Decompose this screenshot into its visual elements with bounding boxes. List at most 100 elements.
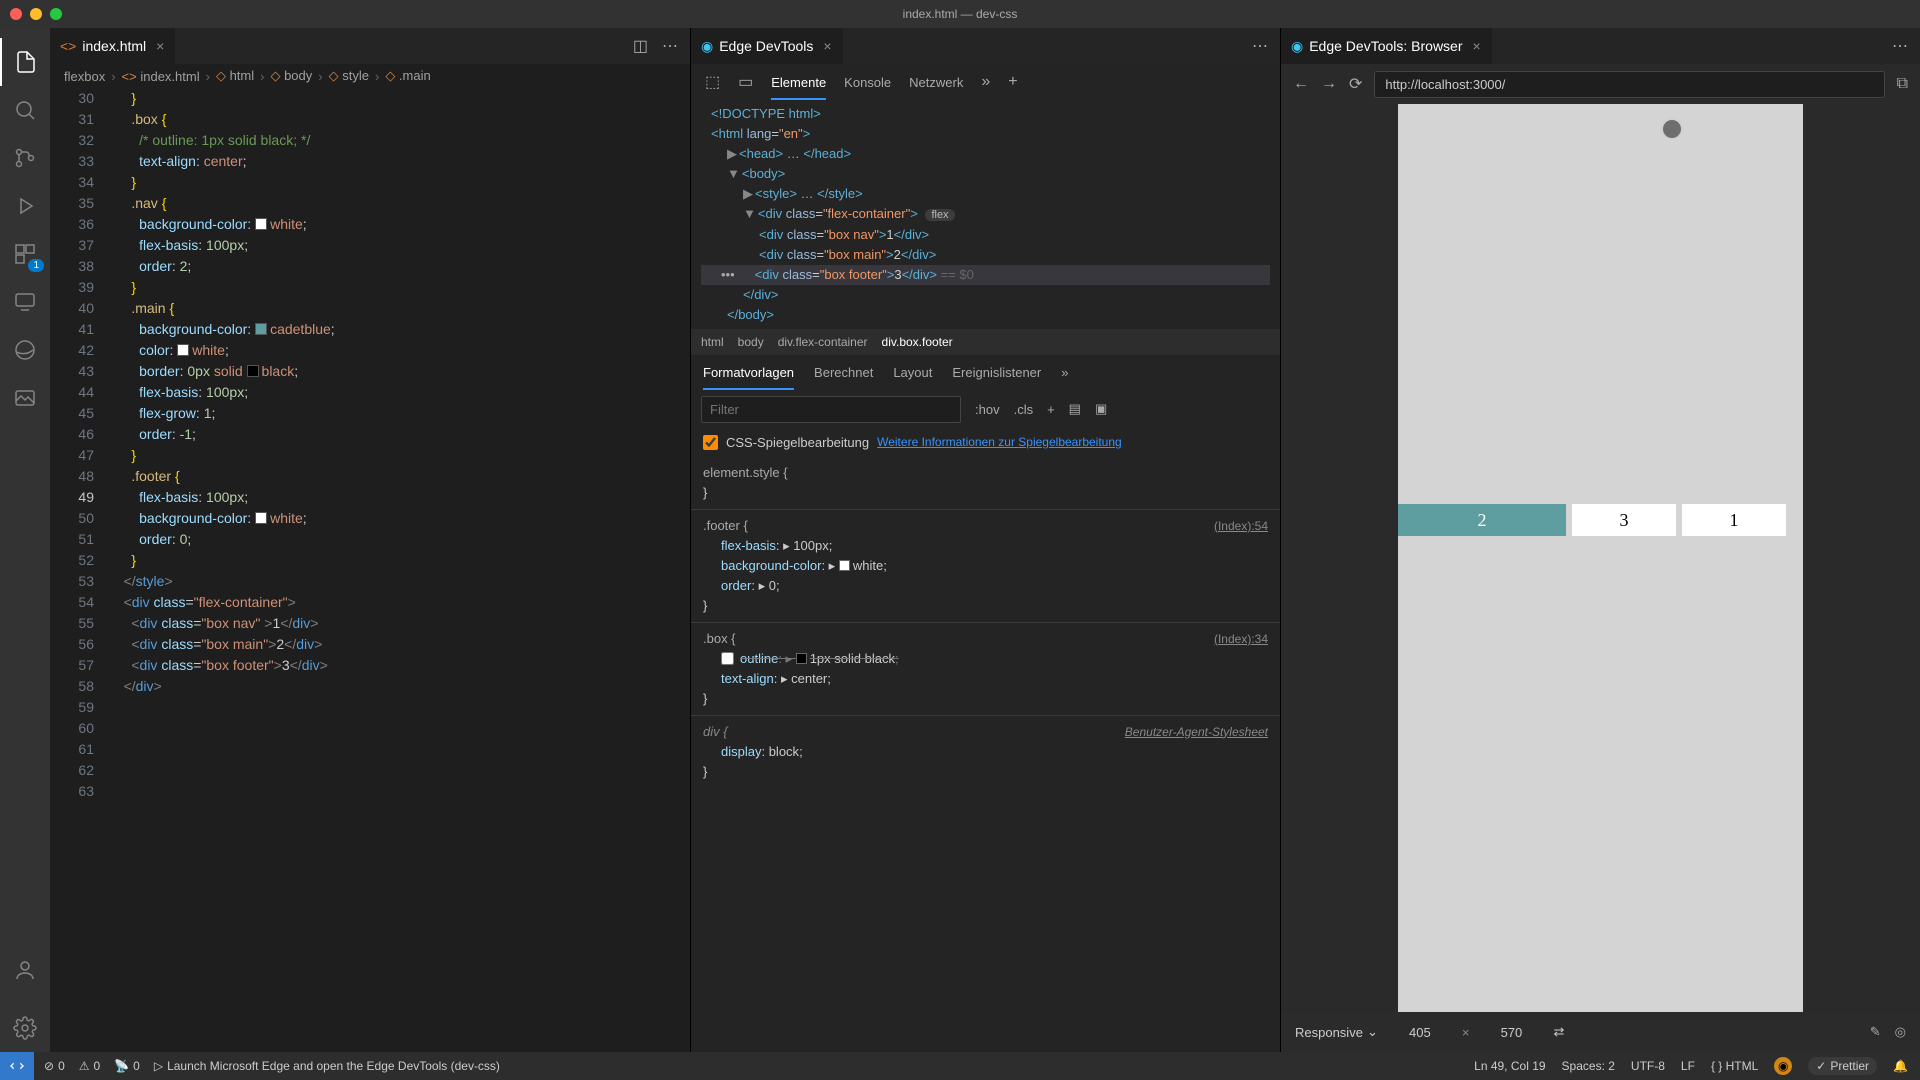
close-icon[interactable]: × [1473,38,1481,54]
split-editor-icon[interactable]: ◫ [633,36,648,56]
close-icon[interactable]: × [823,38,831,54]
warnings-count[interactable]: ⚠ 0 [79,1059,100,1073]
screenshot-icon[interactable]: ◎ [1895,1024,1906,1040]
launch-edge-button[interactable]: ▷ Launch Microsoft Edge and open the Edg… [154,1059,500,1073]
edge-tools-icon[interactable] [0,326,50,374]
filter-input[interactable] [701,396,961,423]
account-icon[interactable] [0,946,50,994]
settings-icon[interactable] [0,1004,50,1052]
tab-elemente[interactable]: Elemente [771,75,826,100]
dom-tree[interactable]: <!DOCTYPE html><html lang="en">▶<head> …… [691,100,1280,329]
toggle-pane-icon[interactable]: ▣ [1095,401,1107,417]
cursor-position[interactable]: Ln 49, Col 19 [1474,1059,1545,1073]
debug-icon[interactable] [0,182,50,230]
tab-browser[interactable]: ◉ Edge DevTools: Browser × [1281,28,1492,64]
computed-icon[interactable]: ▤ [1069,401,1081,417]
title-bar: index.html — dev-css [0,0,1920,28]
css-rules[interactable]: element.style {}.footer {(Index):54flex-… [691,457,1280,1052]
maximize-window-icon[interactable] [50,8,62,20]
resize-handle-icon[interactable] [1661,118,1683,140]
encoding[interactable]: UTF-8 [1631,1059,1665,1073]
forward-icon[interactable]: → [1321,75,1337,93]
inspect-icon[interactable]: ⬚ [705,72,720,92]
new-rule-icon[interactable]: + [1047,402,1055,417]
indent-setting[interactable]: Spaces: 2 [1562,1059,1615,1073]
minimize-window-icon[interactable] [30,8,42,20]
detach-icon[interactable]: ⧉ [1897,75,1908,93]
search-icon[interactable] [0,86,50,134]
activity-bar: 1 [0,28,50,1052]
chevron-down-icon: ⌄ [1367,1024,1378,1040]
tab-devtools[interactable]: ◉ Edge DevTools × [691,28,843,64]
eol[interactable]: LF [1681,1059,1695,1073]
devtools-top-tabs: ⬚ ▭ Elemente Konsole Netzwerk » + [691,64,1280,100]
dim-separator: × [1462,1025,1470,1040]
tab-konsole[interactable]: Konsole [844,75,891,90]
flex-demo: 2 3 1 [1398,504,1803,536]
url-input[interactable] [1374,71,1884,98]
remote-explorer-icon[interactable] [0,278,50,326]
responsive-dropdown[interactable]: Responsive ⌄ [1295,1024,1378,1040]
explorer-icon[interactable] [0,38,50,86]
styles-toolbar: :hov .cls + ▤ ▣ [691,389,1280,429]
remote-indicator[interactable] [0,1052,34,1080]
errors-count[interactable]: ⊘ 0 [44,1059,65,1073]
prettier-status[interactable]: ✓ Prettier [1808,1057,1877,1075]
demo-box-2: 2 [1398,504,1566,536]
window-title: index.html — dev-css [903,7,1018,21]
tab-label: index.html [82,38,146,54]
language-mode[interactable]: { } HTML [1711,1059,1758,1073]
tab-berechnet[interactable]: Berechnet [814,365,873,380]
extensions-icon[interactable]: 1 [0,230,50,278]
status-bar: ⊘ 0 ⚠ 0 📡 0 ▷ Launch Microsoft Edge and … [0,1052,1920,1080]
close-window-icon[interactable] [10,8,22,20]
tab-index-html[interactable]: <> index.html × [50,28,175,64]
styles-tabs: Formatvorlagen Berechnet Layout Ereignis… [691,355,1280,389]
edge-icon: ◉ [1291,38,1303,55]
code-content[interactable]: } .box { /* outline: 1px solid black; */… [108,88,690,1052]
eyedropper-icon[interactable]: ✎ [1870,1024,1881,1040]
add-tab-icon[interactable]: + [1008,73,1017,91]
mirror-label: CSS-Spiegelbearbeitung [726,435,869,450]
tab-layout[interactable]: Layout [893,365,932,380]
more-actions-icon[interactable]: ⋯ [1252,36,1268,56]
mirror-editing-row: CSS-Spiegelbearbeitung Weitere Informati… [691,429,1280,457]
ports-count[interactable]: 📡 0 [114,1059,140,1073]
editor-tabbar: <> index.html × ◫ ⋯ [50,28,690,64]
mirror-link[interactable]: Weitere Informationen zur Spiegelbearbei… [877,435,1122,451]
dom-breadcrumbs[interactable]: htmlbodydiv.flex-containerdiv.box.footer [691,329,1280,355]
tab-ereignislistener[interactable]: Ereignislistener [952,365,1041,380]
source-control-icon[interactable] [0,134,50,182]
devtools-tabbar: ◉ Edge DevTools × ⋯ [691,28,1280,64]
notifications-icon[interactable]: 🔔 [1893,1059,1908,1073]
close-icon[interactable]: × [156,38,164,54]
width-input[interactable] [1392,1025,1448,1040]
tab-label: Edge DevTools: Browser [1309,38,1462,54]
more-actions-icon[interactable]: ⋯ [1892,36,1908,56]
traffic-lights [10,8,62,20]
browser-panel: ◉ Edge DevTools: Browser × ⋯ ← → ⟳ ⧉ 2 3… [1280,28,1920,1052]
browser-navbar: ← → ⟳ ⧉ [1281,64,1920,104]
mirror-checkbox[interactable] [703,435,718,450]
tab-formatvorlagen[interactable]: Formatvorlagen [703,365,794,390]
tab-netzwerk[interactable]: Netzwerk [909,75,963,90]
rotate-icon[interactable]: ⇄ [1553,1024,1564,1040]
line-gutter: 3031323334353637383940414243444546474849… [50,88,108,1052]
browser-viewport[interactable]: 2 3 1 [1281,104,1920,1012]
code-editor[interactable]: 3031323334353637383940414243444546474849… [50,88,690,1052]
more-tabs-icon[interactable]: » [1061,365,1068,380]
cls-toggle[interactable]: .cls [1014,402,1034,417]
reload-icon[interactable]: ⟳ [1349,74,1362,94]
more-tabs-icon[interactable]: » [981,73,990,91]
height-input[interactable] [1483,1025,1539,1040]
edge-icon: ◉ [701,38,713,55]
hov-toggle[interactable]: :hov [975,402,1000,417]
more-actions-icon[interactable]: ⋯ [662,36,678,56]
live-preview-icon[interactable]: ◉ [1774,1057,1792,1075]
breadcrumbs[interactable]: flexbox›<> index.html›◇ html›◇ body›◇ st… [50,64,690,88]
html-file-icon: <> [60,38,76,54]
device-toggle-icon[interactable]: ▭ [738,72,753,92]
back-icon[interactable]: ← [1293,75,1309,93]
image-preview-icon[interactable] [0,374,50,422]
demo-box-3: 3 [1572,504,1676,536]
